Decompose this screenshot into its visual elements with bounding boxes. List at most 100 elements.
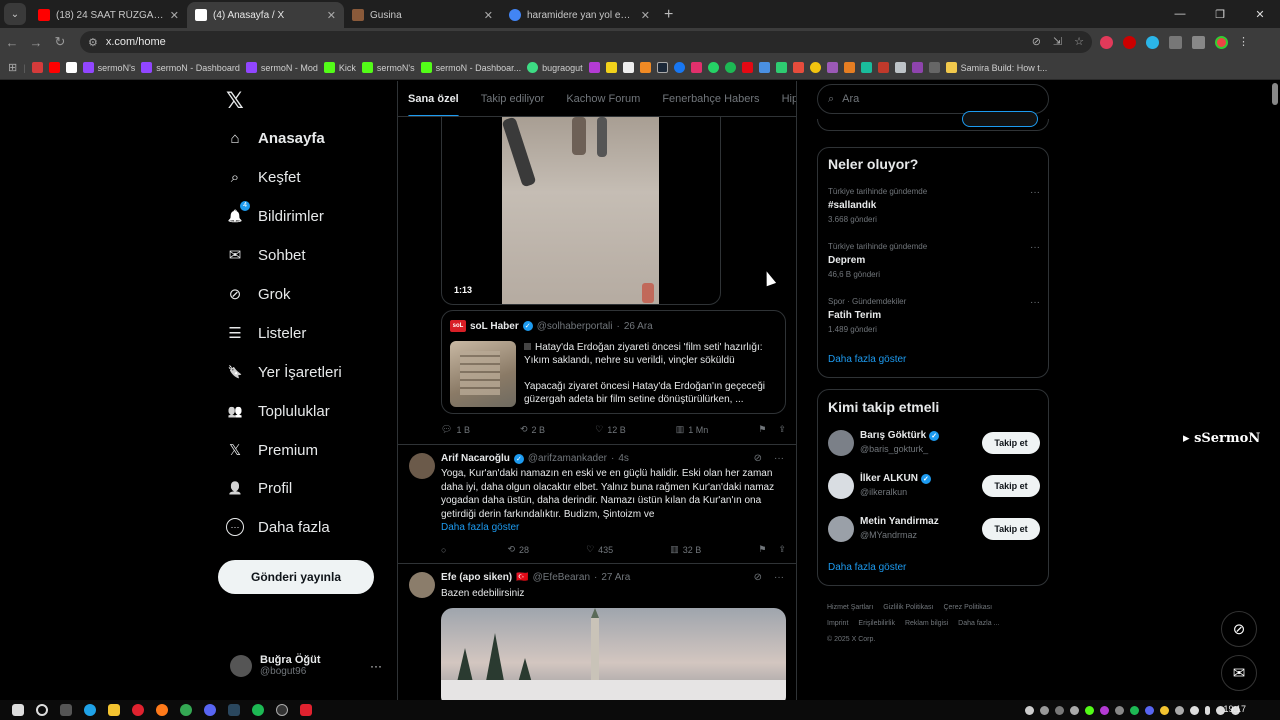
tray-icon[interactable] bbox=[1160, 705, 1169, 715]
follow-button[interactable]: Takip et bbox=[982, 432, 1040, 454]
bookmark-item[interactable] bbox=[775, 62, 787, 73]
footer-link[interactable]: Çerez Politikası bbox=[943, 604, 992, 611]
grok-fab-button[interactable]: ⊘ bbox=[1221, 611, 1257, 647]
tray-icon[interactable] bbox=[1115, 705, 1124, 715]
app-icon[interactable] bbox=[300, 704, 312, 716]
app-icon[interactable] bbox=[156, 704, 168, 716]
views-button[interactable]: ▥ 1 Mn bbox=[676, 424, 709, 435]
nav-item-notifications[interactable]: 🔔 4 Bildirimler bbox=[226, 201, 324, 225]
grok-icon[interactable]: ⊘ bbox=[754, 453, 762, 464]
taskbar-clock[interactable]: 19:17 bbox=[1223, 704, 1246, 714]
extension-icon[interactable] bbox=[1146, 35, 1159, 49]
bookmark-item[interactable]: sermoN - Dashboard bbox=[141, 62, 240, 73]
bookmark-item[interactable] bbox=[639, 62, 651, 73]
edge-icon[interactable] bbox=[84, 704, 96, 716]
suggested-user[interactable]: İlker ALKUN ✓ @ilkeralkun Takip et bbox=[828, 471, 1040, 501]
bookmark-item[interactable] bbox=[860, 62, 872, 73]
bookmark-item[interactable] bbox=[605, 62, 617, 73]
bookmark-item[interactable] bbox=[877, 62, 889, 73]
more-icon[interactable]: ··· bbox=[1030, 242, 1040, 253]
bookmark-item[interactable]: sermoN's bbox=[82, 62, 135, 73]
nav-item-chat[interactable]: ✉ Sohbet bbox=[226, 246, 306, 265]
bookmark-item[interactable] bbox=[724, 62, 736, 73]
bookmark-button[interactable]: ⚑ ⇪ bbox=[758, 424, 786, 435]
like-button[interactable]: ♡ 435 bbox=[586, 544, 613, 555]
bookmark-item[interactable] bbox=[792, 62, 804, 73]
tab-hiphop[interactable]: Hiphop bbox=[782, 93, 796, 105]
puzzle-icon[interactable] bbox=[1169, 35, 1182, 49]
steam-icon[interactable] bbox=[228, 704, 240, 716]
tray-icon[interactable] bbox=[1040, 705, 1049, 715]
bookmark-item[interactable] bbox=[707, 62, 719, 73]
browser-tab[interactable]: haramidere yan yol e5 - Google ✕ bbox=[501, 2, 658, 28]
obs-icon[interactable] bbox=[276, 704, 288, 716]
avatar[interactable] bbox=[409, 453, 435, 479]
url-input[interactable]: ⚙ x.com/home ⊘ ⇲ ☆ bbox=[80, 31, 1092, 53]
task-view-icon[interactable] bbox=[60, 704, 72, 716]
follow-button[interactable]: Takip et bbox=[982, 475, 1040, 497]
page-scrollbar[interactable] bbox=[1272, 83, 1278, 105]
microphone-icon[interactable] bbox=[1205, 705, 1210, 715]
trend-item[interactable]: Türkiye tarihinde gündemde Deprem 46,6 B… bbox=[828, 242, 1040, 279]
more-icon[interactable]: ··· bbox=[774, 572, 784, 583]
close-icon[interactable]: ✕ bbox=[327, 9, 336, 22]
quoted-post[interactable]: soL soL Haber ✓ @solhaberportali · 26 Ar… bbox=[441, 310, 786, 414]
nav-item-explore[interactable]: ⌕ Keşfet bbox=[226, 168, 301, 186]
tray-icon[interactable] bbox=[1190, 705, 1199, 715]
post-image[interactable] bbox=[441, 608, 786, 700]
tab-following[interactable]: Takip ediliyor bbox=[481, 93, 545, 105]
post-author-name[interactable]: Efe (apo siken) bbox=[441, 572, 512, 583]
video-player[interactable]: 1:13 bbox=[441, 117, 721, 305]
repost-button[interactable]: ⟲ 2 B bbox=[520, 424, 545, 435]
bookmark-item[interactable] bbox=[48, 62, 60, 73]
bookmark-item[interactable]: Samira Build: How t... bbox=[945, 62, 1047, 73]
messages-fab-button[interactable]: ✉ bbox=[1221, 655, 1257, 691]
media-icon[interactable] bbox=[1192, 35, 1205, 49]
bookmark-item[interactable] bbox=[826, 62, 838, 73]
explorer-icon[interactable] bbox=[108, 704, 120, 716]
bookmark-item[interactable]: bugraogut bbox=[527, 62, 583, 73]
bookmark-item[interactable] bbox=[690, 62, 702, 73]
apps-icon[interactable]: ⊞ bbox=[8, 61, 17, 74]
footer-link[interactable]: Reklam bilgisi bbox=[905, 620, 948, 627]
star-icon[interactable]: ☆ bbox=[1074, 35, 1084, 48]
nav-item-premium[interactable]: 𝕏 Premium bbox=[226, 441, 318, 460]
nav-item-bookmarks[interactable]: 🔖 Yer İşaretleri bbox=[226, 363, 342, 381]
tray-icon[interactable] bbox=[1055, 705, 1064, 715]
nav-item-profile[interactable]: 👤 Profil bbox=[226, 479, 293, 497]
chrome-icon[interactable] bbox=[180, 704, 192, 716]
nav-item-lists[interactable]: ☰ Listeler bbox=[226, 324, 306, 343]
tab-kachow-forum[interactable]: Kachow Forum bbox=[566, 93, 640, 105]
bookmark-item[interactable] bbox=[809, 62, 821, 73]
bookmark-item[interactable]: Kick bbox=[323, 62, 356, 73]
close-window-icon[interactable]: ✕ bbox=[1240, 0, 1280, 28]
more-icon[interactable]: ··· bbox=[1030, 187, 1040, 198]
extension-icon[interactable] bbox=[1123, 35, 1136, 49]
bookmark-button[interactable]: ⚑ ⇪ bbox=[758, 544, 786, 555]
tab-for-you[interactable]: Sana özel bbox=[408, 93, 459, 116]
bookmark-item[interactable] bbox=[741, 62, 753, 73]
browser-tab-active[interactable]: (4) Anasayfa / X ✕ bbox=[187, 2, 344, 28]
close-icon[interactable]: ✕ bbox=[484, 9, 493, 22]
opera-icon[interactable] bbox=[132, 704, 144, 716]
bookmark-item[interactable] bbox=[758, 62, 770, 73]
post-author-name[interactable]: Arif Nacaroğlu bbox=[441, 453, 510, 464]
footer-link[interactable]: Erişilebilirlik bbox=[858, 620, 895, 627]
x-logo-icon[interactable]: 𝕏 bbox=[226, 89, 244, 114]
follow-button[interactable]: Takip et bbox=[982, 518, 1040, 540]
close-icon[interactable]: ✕ bbox=[170, 9, 179, 22]
site-info-icon[interactable]: ⚙ bbox=[88, 36, 98, 49]
minimize-icon[interactable]: — bbox=[1160, 0, 1200, 28]
avatars-pill[interactable] bbox=[962, 111, 1038, 127]
more-icon[interactable]: ··· bbox=[774, 453, 784, 464]
bookmark-item[interactable] bbox=[843, 62, 855, 73]
avatar[interactable] bbox=[409, 572, 435, 598]
forward-icon[interactable]: → bbox=[24, 35, 48, 50]
profile-avatar-icon[interactable] bbox=[1215, 35, 1228, 49]
show-more-link[interactable]: Daha fazla göster bbox=[441, 522, 519, 533]
footer-link[interactable]: Imprint bbox=[827, 620, 848, 627]
tray-icon[interactable] bbox=[1070, 705, 1079, 715]
bookmark-item[interactable] bbox=[911, 62, 923, 73]
who-show-more[interactable]: Daha fazla göster bbox=[828, 562, 906, 573]
tray-icon[interactable] bbox=[1085, 705, 1094, 715]
